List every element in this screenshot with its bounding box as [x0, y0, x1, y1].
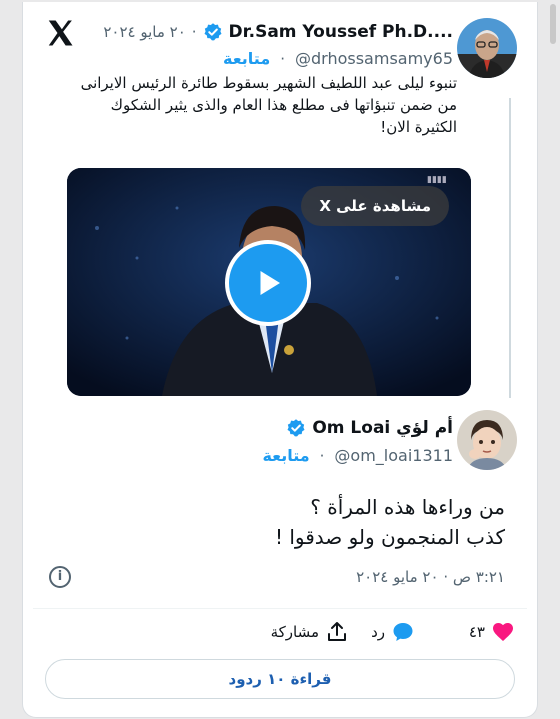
author-avatar[interactable]: [457, 18, 517, 78]
read-replies-label: قراءة ١٠ ردود: [228, 670, 332, 688]
share-label: مشاركة: [270, 623, 319, 641]
read-replies-button[interactable]: قراءة ١٠ ردود: [45, 659, 515, 699]
heart-icon: [493, 623, 513, 641]
tweet-date[interactable]: ٢٠ مايو ٢٠٢٤: [103, 23, 185, 41]
divider: [33, 608, 527, 609]
follow-button[interactable]: متابعة: [223, 49, 270, 68]
author-row: Dr.Sam Youssef Ph.D.... · ٢٠ مايو ٢٠٢٤: [103, 22, 453, 42]
reply-author-row: أم لؤي Om Loai: [286, 418, 453, 438]
action-bar: ٤٣ رد مشاركة: [23, 618, 537, 648]
watch-on-x-button[interactable]: مشاهدة على X: [301, 186, 449, 226]
share-button[interactable]: مشاركة: [271, 620, 349, 644]
play-button[interactable]: [225, 240, 311, 326]
play-icon: [260, 271, 280, 295]
reply-author-avatar[interactable]: [457, 410, 517, 470]
verified-badge-icon: [204, 23, 222, 41]
embedded-tweet-card: Dr.Sam Youssef Ph.D.... · ٢٠ مايو ٢٠٢٤ @…: [22, 2, 538, 718]
separator-dot: ·: [191, 23, 197, 41]
tweet-text: تنبوء ليلى عبد اللطيف الشهير بسقوط طائرة…: [80, 74, 457, 136]
separator-dot: ·: [319, 446, 325, 465]
reply-tweet-text: من وراءها هذه المرأة ؟ كذب المنجمون ولو …: [275, 492, 505, 552]
reply-author-handle[interactable]: @om_loai1311: [334, 446, 453, 465]
tweet-meta-row: i ٣:٢١ ص · ٢٠ مايو ٢٠٢٤: [23, 562, 537, 596]
watch-on-x-label: مشاهدة على X: [319, 197, 431, 215]
reply-bubble-icon: [393, 623, 413, 641]
reply-timestamp[interactable]: ٣:٢١ ص · ٢٠ مايو ٢٠٢٤: [356, 568, 505, 586]
svg-text:▮▮▮▮: ▮▮▮▮: [427, 175, 447, 185]
author-name[interactable]: Dr.Sam Youssef Ph.D....: [229, 22, 453, 42]
reply-follow-button[interactable]: متابعة: [262, 446, 309, 465]
reply-label: رد: [371, 623, 385, 641]
reply-button[interactable]: رد: [371, 620, 415, 644]
like-button[interactable]: ٤٣: [469, 620, 515, 644]
separator-dot: ·: [280, 49, 285, 68]
share-icon: [328, 622, 346, 641]
scrollbar[interactable]: [550, 4, 556, 44]
author-handle[interactable]: @drhossamsamy65: [295, 49, 453, 68]
author-handle-row: @drhossamsamy65 · متابعة: [223, 49, 453, 68]
video-player[interactable]: ▮▮▮▮ مشاهدة على X: [67, 168, 471, 396]
likes-count: ٤٣: [468, 623, 485, 641]
reply-line-2: كذب المنجمون ولو صدقوا !: [274, 525, 505, 549]
thread-line: [509, 98, 511, 398]
reply-author-name[interactable]: أم لؤي Om Loai: [312, 418, 453, 438]
reply-handle-row: @om_loai1311 · متابعة: [262, 446, 453, 465]
reply-line-1: من وراءها هذه المرأة ؟: [310, 495, 505, 519]
info-icon[interactable]: i: [49, 566, 71, 588]
x-logo-icon[interactable]: [45, 18, 75, 48]
verified-badge-icon: [287, 419, 305, 437]
